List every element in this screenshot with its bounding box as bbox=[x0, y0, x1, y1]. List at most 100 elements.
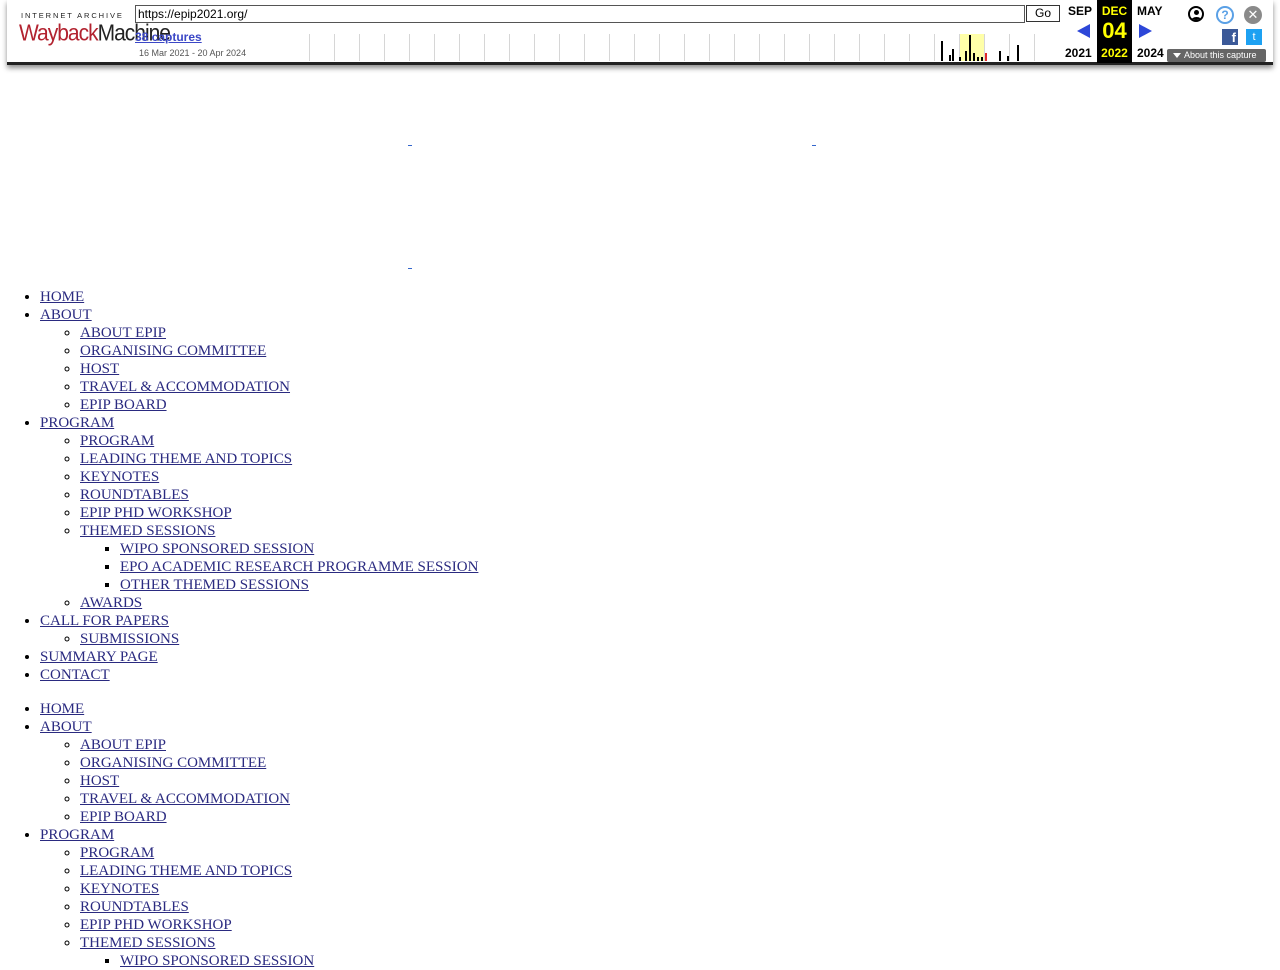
captures-link[interactable]: 38 captures bbox=[135, 30, 202, 44]
menu-link-about[interactable]: ABOUT bbox=[40, 719, 92, 735]
capture-date-range: 16 Mar 2021 - 20 Apr 2024 bbox=[139, 48, 247, 58]
captures-sparkline[interactable] bbox=[309, 34, 1059, 61]
menu-link-organising-committee[interactable]: ORGANISING COMMITTEE bbox=[80, 343, 266, 359]
menu-item-themed-sessions: THEMED SESSIONS WIPO SPONSORED SESSION bbox=[80, 934, 700, 970]
sparkline-year-cell[interactable] bbox=[809, 34, 834, 61]
menu-link-roundtables[interactable]: ROUNDTABLES bbox=[80, 899, 189, 915]
logo-wayback-word: Wayback bbox=[19, 21, 99, 46]
user-icon[interactable] bbox=[1188, 6, 1204, 22]
next-capture-arrow-icon[interactable] bbox=[1139, 24, 1152, 38]
sparkline-year-cell[interactable] bbox=[634, 34, 659, 61]
menu-link-host[interactable]: HOST bbox=[80, 361, 119, 377]
sparkline-year-cell[interactable] bbox=[834, 34, 859, 61]
facebook-icon[interactable]: f bbox=[1222, 29, 1238, 45]
menu-link-home[interactable]: HOME bbox=[40, 289, 84, 305]
menu-link-travel-and-accommodation[interactable]: TRAVEL & ACCOMMODATION bbox=[80, 379, 290, 395]
sparkline-year-cell[interactable] bbox=[434, 34, 459, 61]
sparkline-year-cell[interactable] bbox=[1034, 34, 1059, 61]
sparkline-year-cell[interactable] bbox=[909, 34, 934, 61]
next-month-label[interactable]: MAY bbox=[1137, 4, 1163, 18]
sparkline-year-cell[interactable] bbox=[684, 34, 709, 61]
menu-link-wipo-sponsored-session[interactable]: WIPO SPONSORED SESSION bbox=[120, 953, 314, 969]
broken-image-link[interactable] bbox=[812, 145, 816, 146]
sparkline-year-cell[interactable] bbox=[409, 34, 434, 61]
menu-link-about-epip[interactable]: ABOUT EPIP bbox=[80, 737, 166, 753]
sparkline-capture-bar bbox=[941, 41, 943, 61]
menu-link-leading-theme-and-topics[interactable]: LEADING THEME AND TOPICS bbox=[80, 863, 292, 879]
menu-link-epip-board[interactable]: EPIP BOARD bbox=[80, 809, 167, 825]
menu-link-program[interactable]: PROGRAM bbox=[80, 433, 154, 449]
menu-link-contact[interactable]: CONTACT bbox=[40, 667, 110, 683]
go-button[interactable]: Go bbox=[1026, 5, 1060, 22]
sparkline-year-cell[interactable] bbox=[759, 34, 784, 61]
sparkline-year-cell[interactable] bbox=[884, 34, 909, 61]
wayback-toolbar: INTERNET ARCHIVE WaybackMachine https://… bbox=[7, 0, 1273, 65]
menu-link-program[interactable]: PROGRAM bbox=[40, 827, 114, 843]
menu-item-travel-and-accommodation: TRAVEL & ACCOMMODATION bbox=[80, 378, 700, 396]
menu-item-home: HOME bbox=[40, 288, 700, 306]
menu-link-keynotes[interactable]: KEYNOTES bbox=[80, 881, 159, 897]
sparkline-year-cell[interactable] bbox=[784, 34, 809, 61]
menu-link-epip-phd-workshop[interactable]: EPIP PHD WORKSHOP bbox=[80, 917, 232, 933]
menu-link-call-for-papers[interactable]: CALL FOR PAPERS bbox=[40, 613, 169, 629]
sparkline-year-cell[interactable] bbox=[359, 34, 384, 61]
menu-item-program: PROGRAM bbox=[80, 844, 700, 862]
broken-image-link[interactable] bbox=[408, 145, 412, 146]
menu-link-host[interactable]: HOST bbox=[80, 773, 119, 789]
menu-item-epo-academic-research-programme-session: EPO ACADEMIC RESEARCH PROGRAMME SESSION bbox=[120, 558, 700, 576]
prev-month-label[interactable]: SEP bbox=[1068, 4, 1092, 18]
sparkline-year-cell[interactable] bbox=[984, 34, 1009, 61]
sparkline-year-cell[interactable] bbox=[334, 34, 359, 61]
twitter-icon[interactable]: t bbox=[1246, 29, 1262, 45]
sparkline-year-cell[interactable] bbox=[1009, 34, 1034, 61]
sparkline-year-cell[interactable] bbox=[459, 34, 484, 61]
sparkline-year-cell[interactable] bbox=[659, 34, 684, 61]
menu-link-program[interactable]: PROGRAM bbox=[80, 845, 154, 861]
wayback-logo[interactable]: INTERNET ARCHIVE WaybackMachine bbox=[19, 8, 171, 52]
menu-link-epip-phd-workshop[interactable]: EPIP PHD WORKSHOP bbox=[80, 505, 232, 521]
sparkline-year-cell[interactable] bbox=[709, 34, 734, 61]
url-input[interactable]: https://epip2021.org/ bbox=[135, 5, 1025, 23]
menu-link-home[interactable]: HOME bbox=[40, 701, 84, 717]
logo-internet-archive-text: INTERNET ARCHIVE bbox=[21, 11, 124, 20]
sparkline-year-cell[interactable] bbox=[509, 34, 534, 61]
menu-link-other-themed-sessions[interactable]: OTHER THEMED SESSIONS bbox=[120, 577, 309, 593]
sparkline-year-cell[interactable] bbox=[609, 34, 634, 61]
sparkline-year-cell[interactable] bbox=[859, 34, 884, 61]
menu-link-travel-and-accommodation[interactable]: TRAVEL & ACCOMMODATION bbox=[80, 791, 290, 807]
menu-item-themed-sessions: THEMED SESSIONS WIPO SPONSORED SESSION EPO… bbox=[80, 522, 700, 594]
sparkline-year-cell[interactable] bbox=[734, 34, 759, 61]
prev-year-label[interactable]: 2021 bbox=[1065, 46, 1092, 60]
menu-link-summary-page[interactable]: SUMMARY PAGE bbox=[40, 649, 158, 665]
menu-link-roundtables[interactable]: ROUNDTABLES bbox=[80, 487, 189, 503]
menu-item-home: HOME bbox=[40, 700, 700, 718]
menu-link-submissions[interactable]: SUBMISSIONS bbox=[80, 631, 179, 647]
menu-link-about-epip[interactable]: ABOUT EPIP bbox=[80, 325, 166, 341]
menu-link-wipo-sponsored-session[interactable]: WIPO SPONSORED SESSION bbox=[120, 541, 314, 557]
menu-link-keynotes[interactable]: KEYNOTES bbox=[80, 469, 159, 485]
sparkline-year-cell[interactable] bbox=[384, 34, 409, 61]
menu-link-themed-sessions[interactable]: THEMED SESSIONS bbox=[80, 935, 215, 951]
sparkline-year-cell[interactable] bbox=[534, 34, 559, 61]
menu-link-epo-academic-research-programme-session[interactable]: EPO ACADEMIC RESEARCH PROGRAMME SESSION bbox=[120, 559, 478, 575]
menu-link-epip-board[interactable]: EPIP BOARD bbox=[80, 397, 167, 413]
about-capture-button[interactable]: About this capture bbox=[1167, 49, 1266, 62]
menu-link-leading-theme-and-topics[interactable]: LEADING THEME AND TOPICS bbox=[80, 451, 292, 467]
sparkline-year-cell[interactable] bbox=[584, 34, 609, 61]
next-year-label[interactable]: 2024 bbox=[1137, 46, 1164, 60]
sparkline-year-cell[interactable] bbox=[559, 34, 584, 61]
prev-capture-arrow-icon[interactable] bbox=[1077, 24, 1090, 38]
sparkline-year-cell[interactable] bbox=[934, 34, 959, 61]
menu-link-awards[interactable]: AWARDS bbox=[80, 595, 142, 611]
broken-image-link[interactable] bbox=[408, 268, 412, 269]
menu-item-summary-page: SUMMARY PAGE bbox=[40, 648, 700, 666]
menu-link-program[interactable]: PROGRAM bbox=[40, 415, 114, 431]
sparkline-year-cell[interactable] bbox=[484, 34, 509, 61]
menu-link-themed-sessions[interactable]: THEMED SESSIONS bbox=[80, 523, 215, 539]
menu-link-about[interactable]: ABOUT bbox=[40, 307, 92, 323]
close-icon[interactable]: ✕ bbox=[1244, 6, 1262, 24]
sparkline-capture-bar bbox=[985, 53, 987, 61]
help-icon[interactable]: ? bbox=[1216, 6, 1234, 24]
sparkline-year-cell[interactable] bbox=[309, 34, 334, 61]
menu-link-organising-committee[interactable]: ORGANISING COMMITTEE bbox=[80, 755, 266, 771]
